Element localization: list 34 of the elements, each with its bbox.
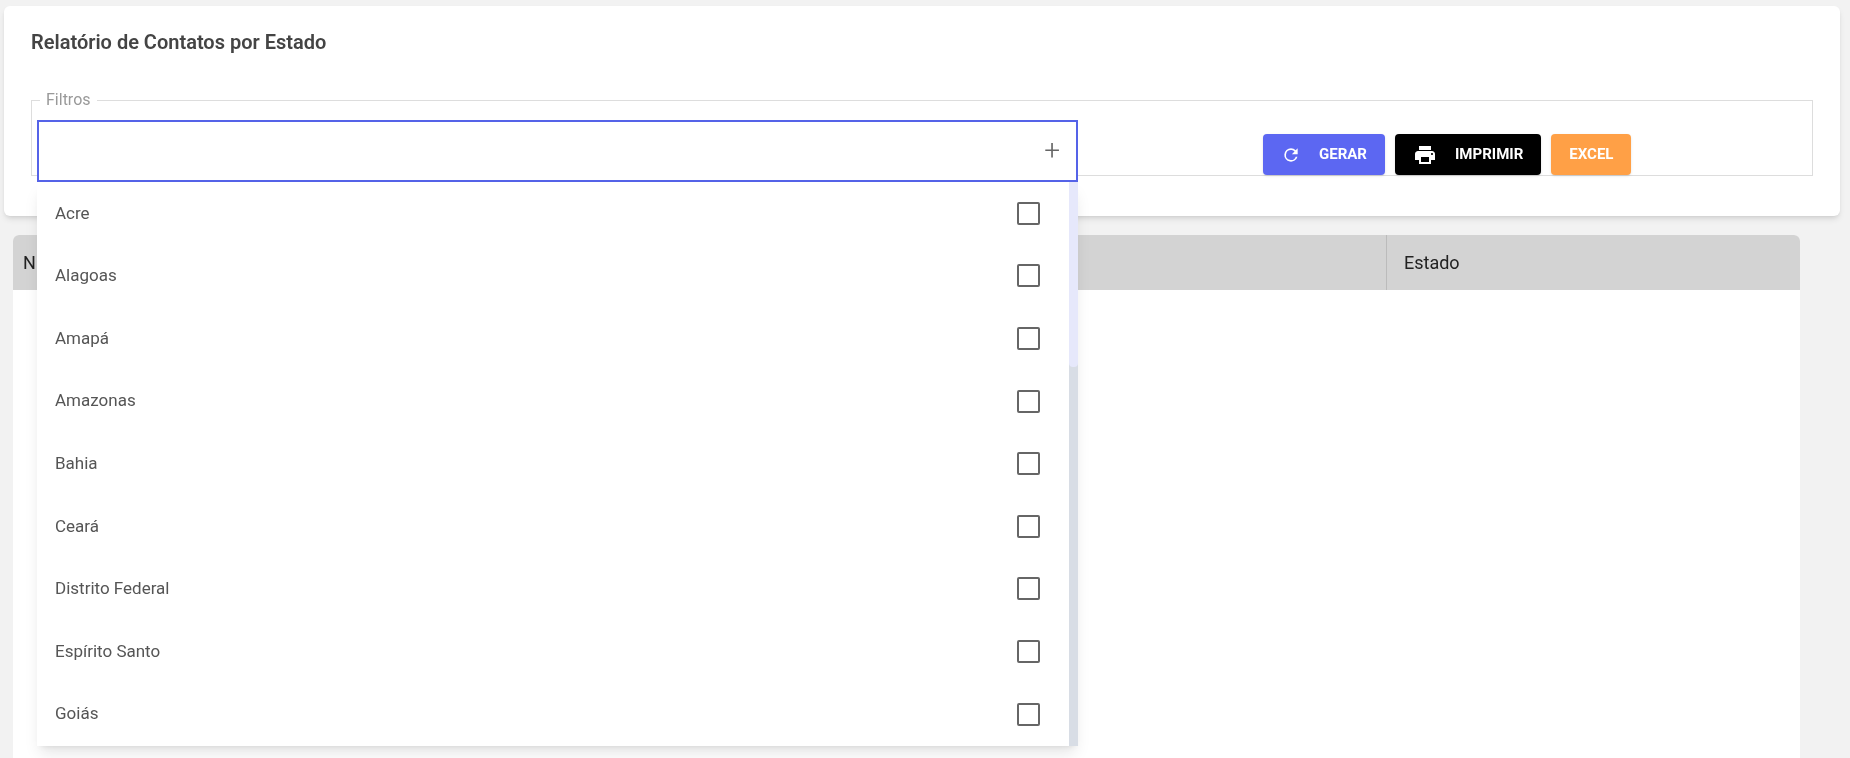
option-label: Acre xyxy=(55,201,90,225)
option-label: Goiás xyxy=(55,702,99,726)
dropdown-option[interactable]: Amazonas xyxy=(37,369,1069,433)
scrollbar-thumb[interactable] xyxy=(1069,182,1078,367)
checkbox[interactable] xyxy=(1017,577,1040,601)
column-header: Estado xyxy=(1403,251,1461,275)
option-label: Espírito Santo xyxy=(55,639,161,663)
checkbox[interactable] xyxy=(1017,639,1040,663)
option-label: Alagoas xyxy=(55,264,117,288)
option-label: Ceará xyxy=(55,514,99,538)
dropdown-option[interactable]: Espírito Santo xyxy=(37,620,1069,683)
option-label: Distrito Federal xyxy=(55,577,170,601)
add-icon[interactable]: + xyxy=(1044,137,1060,165)
dropdown-option[interactable]: Bahia xyxy=(37,432,1069,495)
filters-legend: Filtros xyxy=(40,88,97,112)
checkbox[interactable] xyxy=(1017,201,1040,225)
checkbox[interactable] xyxy=(1017,327,1040,350)
checkbox[interactable] xyxy=(1017,514,1040,538)
generate-button[interactable]: GERAR xyxy=(1263,134,1385,175)
dropdown-option[interactable]: Goiás xyxy=(37,682,1069,746)
dropdown-option[interactable]: Distrito Federal xyxy=(37,557,1069,621)
dropdown-option[interactable]: Amapá xyxy=(37,307,1069,370)
page-title: Relatório de Contatos por Estado xyxy=(31,29,328,56)
checkbox[interactable] xyxy=(1017,389,1040,413)
scrollbar[interactable] xyxy=(1069,182,1078,746)
dropdown-option[interactable]: Ceará xyxy=(37,494,1069,558)
print-button[interactable]: IMPRIMIR xyxy=(1394,134,1542,175)
checkbox[interactable] xyxy=(1017,702,1040,726)
option-label: Bahia xyxy=(55,451,98,475)
checkbox[interactable] xyxy=(1017,264,1040,288)
state-select-field[interactable]: + xyxy=(37,120,1078,182)
option-label: Amazonas xyxy=(55,389,136,413)
option-label: Amapá xyxy=(55,326,110,350)
checkbox[interactable] xyxy=(1017,452,1040,476)
